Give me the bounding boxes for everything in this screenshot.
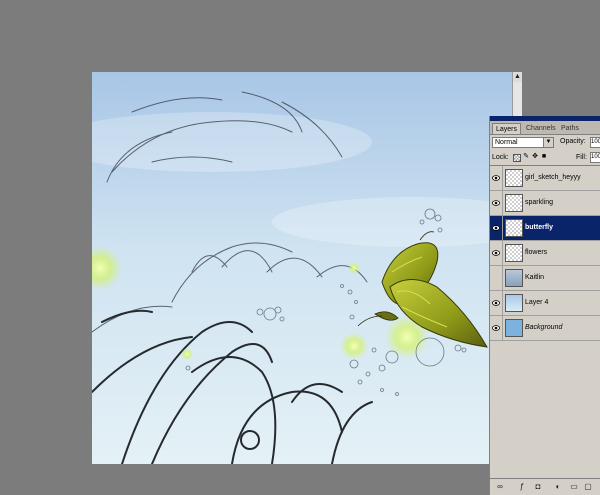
layer-row[interactable]: Background	[490, 316, 600, 341]
adjustment-layer-icon[interactable]: ◐	[553, 482, 563, 492]
tab-layers[interactable]: Layers	[492, 123, 522, 134]
tab-channels[interactable]: Channels	[523, 123, 559, 134]
blend-mode-value: Normal	[495, 139, 518, 146]
layer-row[interactable]: butterfly	[490, 216, 600, 241]
palette-tabs: Layers Channels Paths	[490, 121, 600, 135]
opacity-input[interactable]: 100%	[590, 137, 600, 148]
layer-thumbnail[interactable]	[505, 244, 523, 262]
layer-row[interactable]: girl_sketch_heyyy	[490, 166, 600, 191]
layer-row[interactable]: Kaitlin	[490, 266, 600, 291]
tab-paths[interactable]: Paths	[558, 123, 582, 134]
layer-name: girl_sketch_heyyy	[525, 174, 581, 181]
eye-icon[interactable]	[492, 200, 500, 206]
layer-thumbnail[interactable]	[505, 219, 523, 237]
scroll-up-arrow-icon[interactable]: ▲	[513, 72, 522, 82]
eye-icon[interactable]	[492, 225, 500, 231]
layers-palette: Layers Channels Paths Normal ▼ Opacity: …	[489, 116, 600, 495]
opacity-label: Opacity:	[560, 138, 586, 145]
chevron-down-icon[interactable]: ▼	[543, 138, 553, 147]
layer-name: sparkling	[525, 199, 554, 206]
palette-footer: ∞ ƒ ◘ ◐ ▭ ▢	[490, 478, 600, 495]
eye-icon[interactable]	[492, 300, 500, 306]
layer-row[interactable]: Layer 4	[490, 291, 600, 316]
layer-thumbnail[interactable]	[505, 269, 523, 287]
layer-thumbnail[interactable]	[505, 319, 523, 337]
eye-icon[interactable]	[492, 250, 500, 256]
link-layers-icon[interactable]: ∞	[495, 482, 505, 492]
blend-mode-select[interactable]: Normal ▼	[492, 137, 554, 148]
layer-name: Kaitlin	[525, 274, 545, 281]
fill-input[interactable]: 100%	[590, 152, 600, 163]
lock-image-pixels-icon[interactable]: ✎	[522, 153, 530, 161]
eye-icon[interactable]	[492, 325, 500, 331]
layer-visibility-toggle[interactable]	[490, 316, 503, 340]
layer-thumbnail[interactable]	[505, 194, 523, 212]
layer-thumbnail[interactable]	[505, 294, 523, 312]
layer-row[interactable]: flowers	[490, 241, 600, 266]
lock-row: Lock: ✎ ✥ ■ Fill: 100%	[490, 150, 600, 166]
layer-list: girl_sketch_heyyy sparkling butterfly flowe…	[490, 166, 600, 341]
layer-thumbnail[interactable]	[505, 169, 523, 187]
add-mask-icon[interactable]: ◘	[533, 482, 543, 492]
layer-visibility-toggle[interactable]	[490, 166, 503, 190]
document-window: ▲	[92, 72, 522, 464]
layer-visibility-toggle[interactable]	[490, 191, 503, 215]
lock-label: Lock:	[492, 154, 509, 161]
lock-position-icon[interactable]: ✥	[531, 153, 539, 161]
new-group-icon[interactable]: ▭	[569, 482, 579, 492]
fill-label: Fill:	[576, 154, 587, 161]
new-layer-icon[interactable]: ▢	[583, 482, 593, 492]
layer-visibility-toggle[interactable]	[490, 241, 503, 265]
layer-visibility-toggle[interactable]	[490, 291, 503, 315]
lock-transparent-pixels-icon[interactable]	[513, 154, 521, 162]
layer-style-icon[interactable]: ƒ	[517, 482, 527, 492]
layer-row[interactable]: sparkling	[490, 191, 600, 216]
blend-row: Normal ▼ Opacity: 100%	[490, 135, 600, 150]
eye-icon[interactable]	[492, 175, 500, 181]
layer-name: flowers	[525, 249, 548, 256]
lock-all-icon[interactable]: ■	[540, 153, 548, 161]
layer-name: butterfly	[525, 224, 553, 231]
canvas-artwork[interactable]	[92, 72, 512, 464]
layer-name: Layer 4	[525, 299, 549, 306]
layer-name: Background	[525, 324, 563, 331]
layer-visibility-toggle[interactable]	[490, 266, 503, 290]
layer-visibility-toggle[interactable]	[490, 216, 503, 240]
